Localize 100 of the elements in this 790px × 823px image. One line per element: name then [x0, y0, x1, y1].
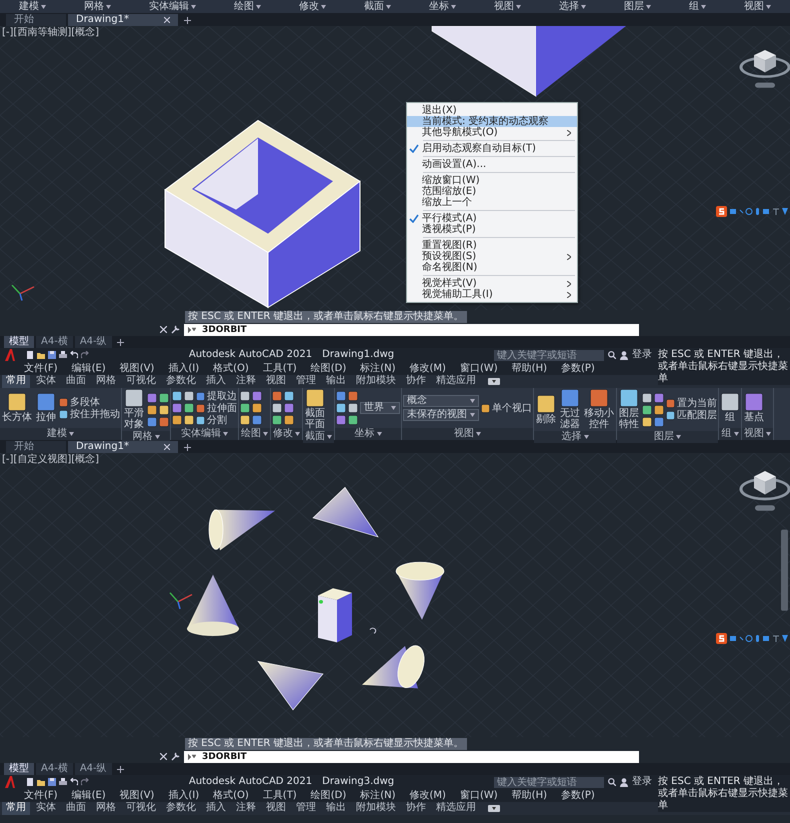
close-icon[interactable]: [160, 326, 167, 333]
ribbon-button[interactable]: 拉伸面: [196, 402, 237, 414]
panel-label[interactable]: 视图: [454, 428, 474, 440]
panel-label[interactable]: 修改: [299, 0, 319, 12]
print-icon[interactable]: [59, 778, 67, 786]
panel-label[interactable]: 截面: [364, 0, 384, 12]
menu-bar-item[interactable]: 修改(M): [410, 790, 446, 802]
panel-label[interactable]: 图层: [624, 0, 644, 12]
ribbon-button[interactable]: 提取边: [196, 390, 237, 402]
ribbon-button[interactable]: 截面平面: [304, 388, 326, 431]
menu-item[interactable]: 范围缩放(E): [407, 186, 577, 197]
menu-item[interactable]: 缩放上一个: [407, 197, 577, 208]
dropdown[interactable]: 世界: [360, 402, 400, 414]
tool-icon[interactable]: [561, 389, 579, 407]
sign-in-link[interactable]: 登录: [632, 776, 652, 788]
menu-item[interactable]: 其他导航模式(O): [407, 127, 577, 138]
menu-bar-item[interactable]: 工具(T): [262, 790, 297, 802]
menu-bar-item[interactable]: 编辑(E): [72, 790, 106, 802]
ribbon-tab[interactable]: 实体: [32, 802, 60, 815]
menu-item[interactable]: 重置视图(R): [407, 240, 577, 251]
hollow-box-drawing[interactable]: [164, 120, 361, 308]
ribbon-button[interactable]: 平滑对象: [123, 388, 145, 431]
ribbon-tab[interactable]: 曲面: [62, 375, 90, 388]
dropdown[interactable]: 概念: [403, 395, 479, 407]
navigation-cube-drawing[interactable]: [740, 50, 790, 88]
tab-options-icon[interactable]: [488, 378, 500, 385]
tool-icon[interactable]: [37, 393, 55, 411]
tab-options-icon[interactable]: [488, 805, 500, 812]
ribbon-tab[interactable]: 附加模块: [352, 802, 400, 815]
menu-bar-item[interactable]: 插入(I): [168, 790, 200, 802]
menu-bar-item[interactable]: 视图(V): [120, 362, 154, 374]
wrench-icon[interactable]: [171, 325, 180, 334]
document-tab[interactable]: 开始: [6, 14, 66, 26]
ribbon-tab[interactable]: 注释: [232, 802, 260, 815]
menu-bar-item[interactable]: 编辑(E): [72, 362, 106, 374]
tool-icon[interactable]: [481, 404, 490, 412]
layout-tab[interactable]: 模型: [4, 336, 34, 348]
ribbon-button[interactable]: 拉伸: [35, 392, 57, 424]
panel-label[interactable]: 坐标: [429, 0, 449, 12]
close-icon[interactable]: [164, 444, 170, 450]
menu-item[interactable]: 视觉样式(V): [407, 278, 577, 289]
menu-bar-item[interactable]: 窗口(W): [460, 790, 498, 802]
tool-icon[interactable]: [306, 389, 324, 407]
ribbon-tab[interactable]: 输出: [322, 375, 350, 388]
ribbon-tab[interactable]: 插入: [202, 802, 230, 815]
ribbon-tab[interactable]: 视图: [262, 375, 290, 388]
user-icon[interactable]: [620, 778, 628, 786]
ribbon-button[interactable]: 按住并拖动: [59, 408, 120, 420]
document-tab[interactable]: 开始: [6, 441, 66, 453]
panel-label[interactable]: 组: [689, 0, 699, 12]
cone-drawing[interactable]: [396, 562, 444, 620]
menu-bar-item[interactable]: 参数(P): [561, 362, 595, 374]
ribbon-button[interactable]: 基点: [743, 392, 765, 424]
menu-bar-item[interactable]: 窗口(W): [460, 362, 498, 374]
ribbon-button[interactable]: 移动小控件: [583, 388, 615, 431]
box-drawing[interactable]: [318, 588, 352, 642]
menu-bar-item[interactable]: 视图(V): [120, 790, 154, 802]
tool-icon[interactable]: [8, 393, 26, 411]
tool-icon[interactable]: [721, 393, 739, 411]
document-tab[interactable]: Drawing1*: [68, 441, 178, 453]
menu-bar-item[interactable]: 格式(O): [213, 790, 249, 802]
panel-label[interactable]: 网格: [84, 0, 104, 12]
tool-icon[interactable]: [125, 389, 143, 407]
menu-item[interactable]: 预设视图(S): [407, 251, 577, 262]
menu-bar-item[interactable]: 格式(O): [213, 362, 249, 374]
ribbon-button[interactable]: 长方体: [1, 392, 33, 424]
ribbon-tab[interactable]: 曲面: [62, 802, 90, 815]
menu-item[interactable]: 启用动态观察自动目标(T): [407, 143, 577, 154]
menu-item[interactable]: 命名视图(N): [407, 262, 577, 273]
ribbon-tab[interactable]: 精选应用: [432, 375, 480, 388]
menu-item[interactable]: 退出(X): [407, 105, 577, 116]
panel-label[interactable]: 绘图: [234, 0, 254, 12]
viewport-label[interactable]: [-][西南等轴测][概念]: [2, 27, 100, 39]
plus-icon[interactable]: [184, 16, 191, 24]
menu-item[interactable]: 动画设置(A)...: [407, 159, 577, 170]
menu-item[interactable]: 平行模式(A): [407, 213, 577, 224]
menu-item[interactable]: 透视模式(P): [407, 224, 577, 235]
triangle-drawing[interactable]: [257, 660, 324, 710]
ribbon-tab[interactable]: 精选应用: [432, 802, 480, 815]
panel-label[interactable]: 实体编辑: [149, 0, 189, 12]
ribbon-button[interactable]: 置为当前: [666, 398, 717, 409]
ribbon-button[interactable]: 匹配图层: [666, 410, 717, 421]
ribbon-tab[interactable]: 协作: [402, 802, 430, 815]
ribbon-tab[interactable]: 注释: [232, 375, 260, 388]
ribbon-tab[interactable]: 插入: [202, 375, 230, 388]
undo-icon[interactable]: [70, 778, 78, 786]
ribbon-tab[interactable]: 输出: [322, 802, 350, 815]
redo-icon[interactable]: [81, 351, 89, 359]
ribbon-tab[interactable]: 常用: [2, 375, 30, 388]
close-icon[interactable]: [164, 17, 170, 23]
ribbon-tab[interactable]: 常用: [2, 802, 30, 815]
menu-bar-item[interactable]: 标注(N): [360, 790, 396, 802]
menu-bar-item[interactable]: 绘图(D): [310, 790, 346, 802]
layout-tab[interactable]: A4-纵: [74, 763, 112, 775]
print-icon[interactable]: [59, 351, 67, 359]
ime-toolbar-drawing[interactable]: [716, 633, 790, 644]
tool-icon[interactable]: [620, 389, 638, 407]
search-icon[interactable]: [608, 778, 616, 786]
close-icon[interactable]: [160, 753, 167, 760]
cone-drawing[interactable]: [362, 645, 424, 688]
